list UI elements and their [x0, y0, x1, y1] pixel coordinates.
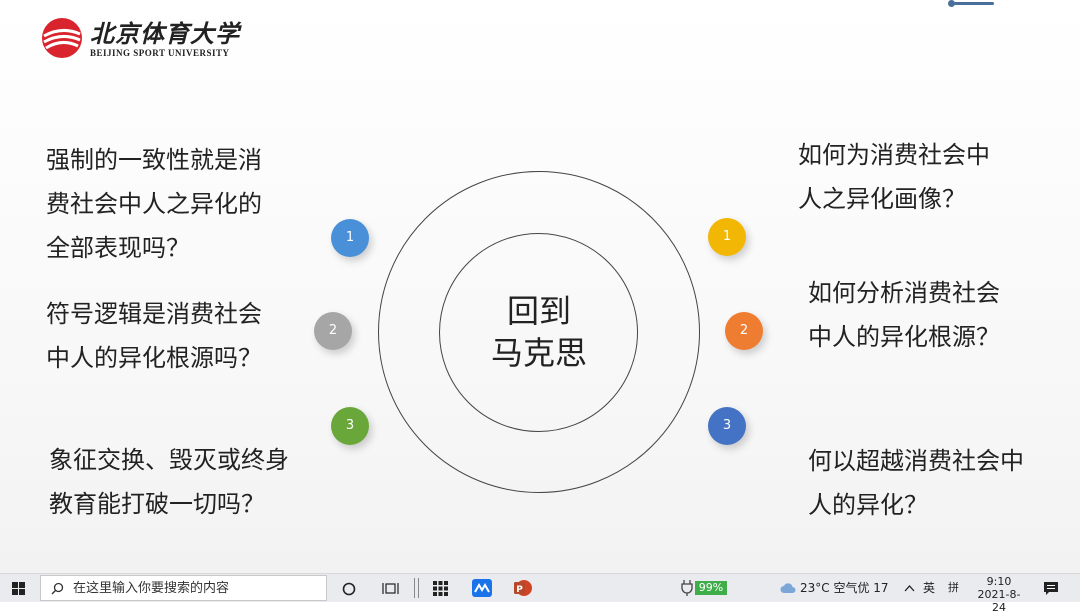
ime-language[interactable]: 英: [923, 574, 935, 602]
left-badge-1: 1: [331, 219, 369, 257]
left-question-1: 强制的一致性就是消 费社会中人之异化的 全部表现吗？: [46, 146, 262, 262]
weather-text[interactable]: 23°C 空气优 17: [800, 574, 889, 602]
left-badge-3: 3: [331, 407, 369, 445]
logo-english-name: BEIJING SPORT UNIVERSITY: [90, 48, 230, 58]
powerpoint-icon[interactable]: P: [513, 579, 533, 597]
chevron-up-icon[interactable]: [904, 584, 915, 592]
taskbar-separator: [414, 578, 419, 598]
battery-indicator[interactable]: 99%: [695, 581, 727, 595]
right-question-2: 如何分析消费社会 中人的异化根源？: [808, 279, 1000, 351]
windows-start-icon[interactable]: [12, 582, 25, 595]
slider-knob[interactable]: [948, 0, 955, 7]
system-clock[interactable]: 9:10 2021-8-24: [972, 575, 1026, 614]
windows-taskbar: 在这里输入你要搜索的内容 P 99% 23°C 空气优 17 英 拼 9:10 …: [0, 573, 1080, 614]
university-emblem-icon: [42, 18, 82, 58]
left-question-2: 符号逻辑是消费社会 中人的异化根源吗？: [46, 300, 262, 372]
right-question-3: 何以超越消费社会中 人的异化？: [808, 447, 1024, 519]
center-title: 回到 马克思: [490, 292, 587, 372]
right-badge-2: 2: [725, 312, 763, 350]
meeting-app-icon[interactable]: [472, 579, 492, 597]
notification-icon[interactable]: [1043, 581, 1059, 596]
power-plug-icon: [681, 580, 693, 596]
cortana-icon[interactable]: [342, 582, 356, 596]
right-badge-1: 1: [708, 218, 746, 256]
search-placeholder: 在这里输入你要搜索的内容: [73, 581, 230, 596]
zoom-slider[interactable]: [948, 0, 994, 7]
right-badge-3: 3: [708, 407, 746, 445]
presentation-slide: 北京体育大学 BEIJING SPORT UNIVERSITY 强制的一致性就是…: [0, 0, 1080, 573]
left-badge-2: 2: [314, 312, 352, 350]
left-question-3: 象征交换、毁灭或终身 教育能打破一切吗？: [49, 446, 289, 518]
app-grid-icon[interactable]: [433, 581, 448, 596]
logo-chinese-name: 北京体育大学: [90, 19, 240, 48]
svg-text:P: P: [516, 585, 523, 595]
weather-cloud-icon: [780, 583, 796, 593]
search-icon: [51, 582, 64, 595]
taskbar-search-box[interactable]: 在这里输入你要搜索的内容: [40, 575, 327, 601]
ime-mode[interactable]: 拼: [948, 574, 959, 602]
university-logo: 北京体育大学 BEIJING SPORT UNIVERSITY: [40, 14, 240, 64]
task-view-icon[interactable]: [382, 581, 400, 596]
right-question-1: 如何为消费社会中 人之异化画像？: [798, 141, 990, 213]
